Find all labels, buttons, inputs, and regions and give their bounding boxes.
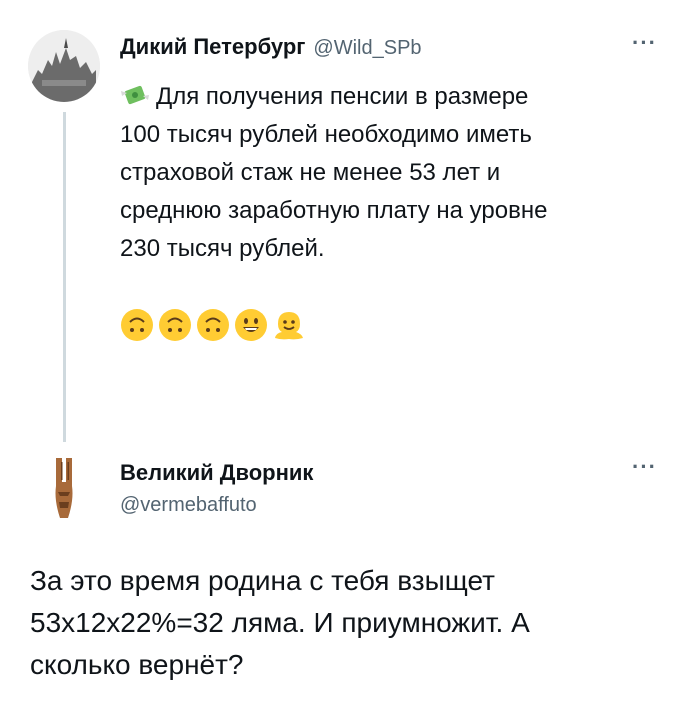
grinning-face-icon [235,309,267,341]
author-handle[interactable]: @vermebaffuto [120,494,257,517]
more-options-icon[interactable]: ··· [632,454,657,480]
tweet-header: Дикий Петербург @Wild_SPb [120,34,422,60]
reply-line: сколько вернёт? [30,649,244,680]
upside-down-face-icon [121,309,153,341]
tweet-line: среднюю заработную плату на уровне [120,197,548,224]
author-name[interactable]: Дикий Петербург [120,34,305,60]
tweet-text: Для получения пенсии в размере 100 тысяч… [120,78,680,268]
more-options-icon[interactable]: ··· [632,30,657,56]
city-skyline-icon [28,30,100,102]
tweet-line: 100 тысяч рублей необходимо иметь [120,121,532,148]
avatar[interactable] [28,452,100,524]
melting-face-icon [275,312,303,340]
reply-line: 53x12x22%=32 ляма. И приумножит. А [30,607,530,638]
tweet-line: страховой стаж не менее 53 лет и [120,159,501,186]
author-handle[interactable]: @Wild_SPb [313,37,421,60]
upside-down-face-icon [159,309,191,341]
thread-line [63,112,66,442]
tweet-line: 230 тысяч рублей. [120,235,325,262]
reply-text: За это время родина с тебя взыщет 53x12x… [30,560,680,686]
money-with-wings-icon [121,85,149,105]
reply-line: За это время родина с тебя взыщет [30,565,495,596]
wooden-figure-icon [28,452,100,524]
tweet-line-text: Для получения пенсии в размере [156,83,529,110]
emoji-row [120,308,306,342]
upside-down-face-icon [197,309,229,341]
tweet-line: Для получения пенсии в размере [120,78,680,116]
author-name[interactable]: Великий Дворник [120,460,313,486]
avatar[interactable] [28,30,100,102]
